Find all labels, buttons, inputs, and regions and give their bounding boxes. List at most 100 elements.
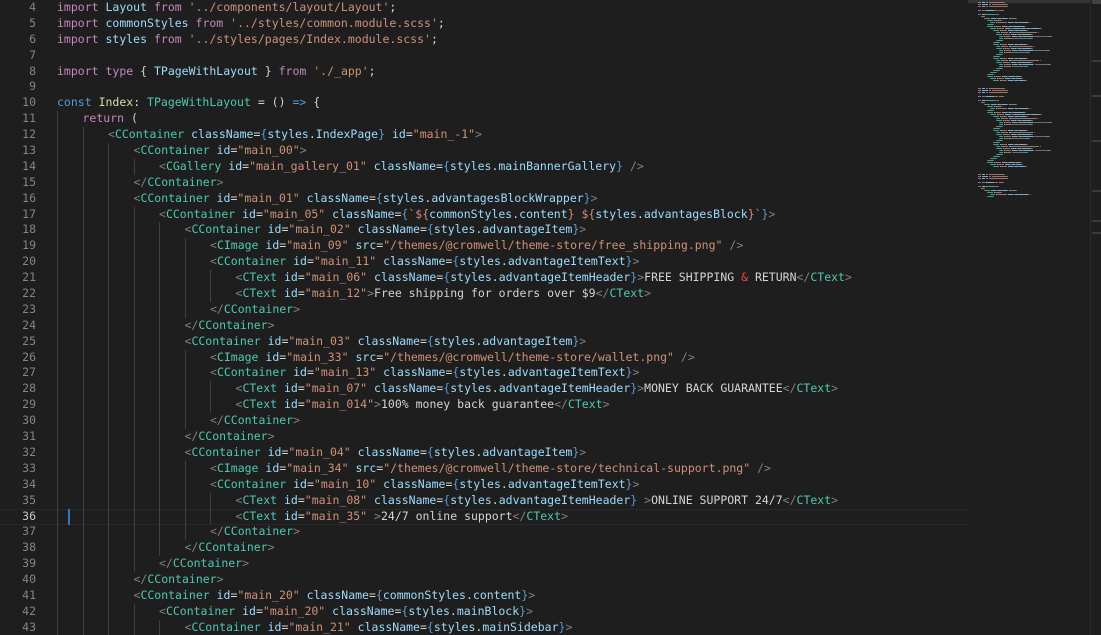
line-number: 19: [22, 238, 36, 253]
code-line[interactable]: <CContainer id="main_10" className={styl…: [57, 476, 852, 493]
minimap-token: [1006, 64, 1011, 65]
code-line[interactable]: <CContainer id="main_02" className={styl…: [57, 222, 852, 239]
code-line[interactable]: import styles from '../styles/pages/Inde…: [57, 32, 852, 48]
code-line[interactable]: const Index: TPageWithLayout = () => {: [57, 95, 852, 111]
indent-guide: [108, 524, 109, 541]
code-line[interactable]: [57, 79, 852, 95]
code-line[interactable]: </CContainer>: [57, 540, 852, 557]
line-number: 34: [22, 476, 36, 491]
minimap-token: [1040, 146, 1041, 147]
minimap-token: [996, 112, 1001, 113]
minimap-token: [982, 176, 988, 177]
code-token: "main_20": [262, 603, 326, 618]
minimap-token: [985, 18, 990, 19]
code-line[interactable]: <CContainer id="main_05" className={`${c…: [57, 206, 852, 223]
code-line[interactable]: <CText id="main_014">100% money back gua…: [57, 397, 852, 414]
overview-ruler-mark: [1092, 95, 1101, 97]
minimap-token: [1012, 138, 1025, 139]
minimap-token: [1028, 108, 1029, 109]
code-area[interactable]: import Layout from '../components/layout…: [57, 0, 852, 635]
code-token: >: [831, 381, 839, 396]
code-line[interactable]: <CGallery id = "main_gallery_01" className…: [57, 158, 852, 175]
indent-guide: [133, 540, 135, 557]
overview-ruler-mark: [1092, 232, 1101, 234]
code-line[interactable]: <CContainer id="main_01" className={styl…: [57, 190, 852, 207]
minimap-token: [1019, 116, 1026, 117]
code-line[interactable]: import type { TPageWithLayout } from './…: [57, 64, 852, 80]
minimap-token: [1002, 58, 1007, 59]
code-line[interactable]: </CContainer>: [57, 174, 852, 191]
code-text: import commonStyles from '../styles/comm…: [57, 16, 445, 30]
code-token: className: [357, 333, 420, 348]
indent-guide: [82, 524, 84, 541]
indent-guide: [210, 286, 211, 302]
indent-guide: [82, 508, 84, 525]
code-line[interactable]: <CText id="main_35" >24/7 online support…: [57, 508, 852, 525]
code-line[interactable]: <CText id="main_12">Free shipping for or…: [57, 286, 852, 302]
code-token: >: [632, 476, 640, 491]
code-line[interactable]: import commonStyles from '../styles/comm…: [57, 16, 852, 32]
code-line[interactable]: </CContainer>: [57, 317, 852, 334]
line-number: 33: [22, 460, 36, 475]
code-line[interactable]: <CImage id="main_33" src="/themes/@cromw…: [57, 349, 852, 366]
code-line[interactable]: <CContainer id="main_04" className={styl…: [57, 444, 852, 461]
code-line[interactable]: </CContainer>: [57, 524, 852, 541]
code-token: type: [105, 63, 134, 78]
minimap-token: [986, 92, 988, 93]
indent-guide: [133, 444, 135, 461]
scrollbar-thumb[interactable]: [1092, 0, 1101, 4]
indent-guide: [210, 508, 211, 525]
code-line[interactable]: <CContainer id="main_00">: [57, 143, 852, 159]
code-token: '../styles/pages/Index.module.scss': [188, 31, 431, 46]
minimap[interactable]: [968, 0, 1090, 635]
code-line[interactable]: <CContainer id="main_20" className={styl…: [57, 603, 852, 620]
code-token: styles: [433, 333, 476, 348]
code-token: className: [306, 190, 369, 205]
code-token: from: [153, 0, 182, 14]
code-editor[interactable]: 4 5 6 7 8 9 10 11 12 13 14 15 16 17 18 19 20 21 22 23 24 25 26…: [0, 0, 968, 635]
code-line[interactable]: import Layout from '../components/layout…: [57, 0, 852, 16]
line-number: 10: [22, 95, 36, 110]
code-token: CText: [810, 270, 845, 285]
code-token: />: [757, 460, 771, 475]
code-token: >: [632, 365, 640, 380]
code-line[interactable]: </CContainer>: [57, 556, 852, 573]
code-line[interactable]: <CText id="main_06" className={styles.ad…: [57, 270, 852, 287]
indent-guide: [57, 333, 58, 350]
indent-guide: [108, 270, 109, 287]
indent-guide: [57, 508, 58, 525]
code-token: </: [133, 174, 148, 189]
code-line[interactable]: <CContainer id="main_03" className={styl…: [57, 333, 852, 350]
code-line[interactable]: </CContainer>: [57, 413, 852, 430]
code-line[interactable]: <CImage id="main_09" src="/themes/@cromw…: [57, 238, 852, 255]
code-line[interactable]: <CContainer id="main_13" className={styl…: [57, 365, 852, 382]
code-line[interactable]: </CContainer>: [57, 301, 852, 318]
line-number: 40: [22, 572, 36, 587]
line-number: 7: [29, 47, 36, 62]
minimap-token: [1016, 104, 1017, 105]
code-line[interactable]: <CContainer id="main_21" className={styl…: [57, 619, 852, 635]
minimap-token: [1003, 96, 1004, 97]
code-line[interactable]: <CText id="main_08" className={styles.ad…: [57, 492, 852, 509]
code-line[interactable]: <CContainer className={styles.IndexPage}…: [57, 127, 852, 144]
code-line[interactable]: </CContainer>: [57, 572, 852, 588]
minimap-token: [1002, 144, 1007, 145]
code-line[interactable]: [57, 48, 852, 64]
minimap-token: [989, 6, 1007, 7]
code-line[interactable]: <CText id="main_07" className={styles.ad…: [57, 381, 852, 398]
code-line[interactable]: <CImage id="main_34" src="/themes/@cromw…: [57, 460, 852, 477]
indent-guide: [159, 476, 160, 493]
code-line[interactable]: </CContainer>: [57, 429, 852, 445]
indent-guide: [82, 254, 84, 271]
indent-guide: [133, 508, 135, 525]
code-line[interactable]: <CContainer id="main_11" className={styl…: [57, 254, 852, 271]
code-line[interactable]: return (: [57, 111, 852, 128]
indent-guide: [159, 222, 160, 239]
code-token: id: [284, 508, 298, 523]
indent-guide: [108, 349, 109, 366]
minimap-token: [1030, 194, 1031, 195]
vertical-scrollbar[interactable]: [1090, 0, 1101, 635]
code-line[interactable]: <CContainer id="main_20" className={comm…: [57, 587, 852, 604]
